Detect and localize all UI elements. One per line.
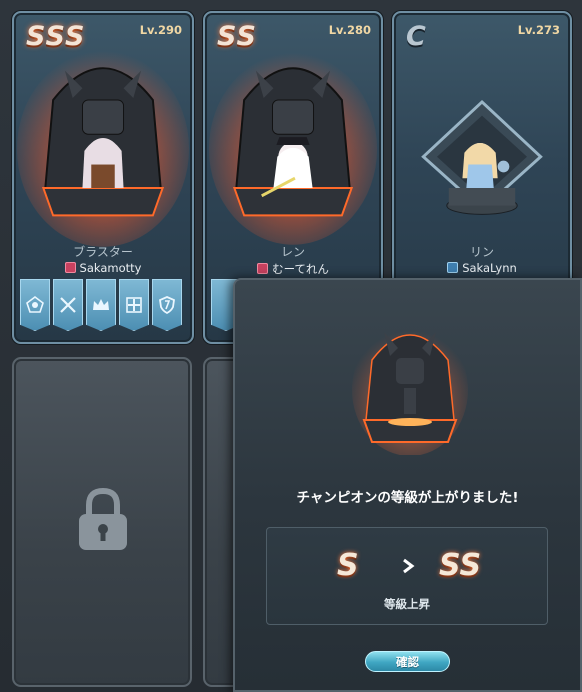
new-rank: SS (439, 548, 482, 583)
pentagon-emblem-icon[interactable] (20, 279, 50, 331)
champion-level: Lv.273 (517, 23, 560, 37)
rank-up-dialog: チャンピオンの等級が上がりました! S SS 等級上昇 確認 (233, 278, 582, 692)
class-badge-icon (257, 263, 269, 274)
chevron-right-icon (403, 558, 415, 574)
champion-statue-portrait (352, 324, 468, 455)
champion-name: レン (280, 245, 305, 259)
champion-portrait (208, 53, 378, 245)
owner-name: むーてれん (272, 262, 329, 276)
class-badge-icon (447, 262, 459, 273)
champion-portrait (421, 99, 543, 215)
crown-icon[interactable] (86, 279, 116, 331)
emblem-slots (20, 279, 182, 331)
confirm-button[interactable]: 確認 (365, 651, 450, 672)
owner-label: Sakamotty (14, 261, 192, 275)
champion-card-1[interactable]: SSS Lv.290 ブラスター Sakamotty (12, 11, 194, 344)
champion-name: リン (469, 245, 494, 259)
rank-up-message: チャンピオンの等級が上がりました! (296, 490, 519, 506)
locked-champion-slot[interactable] (12, 357, 192, 687)
owner-name: SakaLynn (462, 261, 517, 275)
rank-change-box: S SS 等級上昇 (266, 527, 548, 625)
crossed-swords-icon[interactable] (53, 279, 83, 331)
champion-level: Lv.280 (328, 23, 371, 37)
cross-emblem-icon[interactable] (119, 279, 149, 331)
rank-change-label: 等級上昇 (384, 597, 430, 611)
owner-label: むーてれん (205, 261, 381, 277)
owner-name: Sakamotty (79, 261, 142, 275)
shield-icon[interactable] (152, 279, 182, 331)
lock-icon (79, 487, 127, 550)
previous-rank: S (337, 548, 359, 583)
class-badge-icon (64, 262, 76, 273)
champion-name: ブラスター (73, 245, 133, 259)
champion-level: Lv.290 (139, 23, 182, 37)
champion-portrait (16, 51, 190, 247)
owner-label: SakaLynn (394, 261, 570, 275)
